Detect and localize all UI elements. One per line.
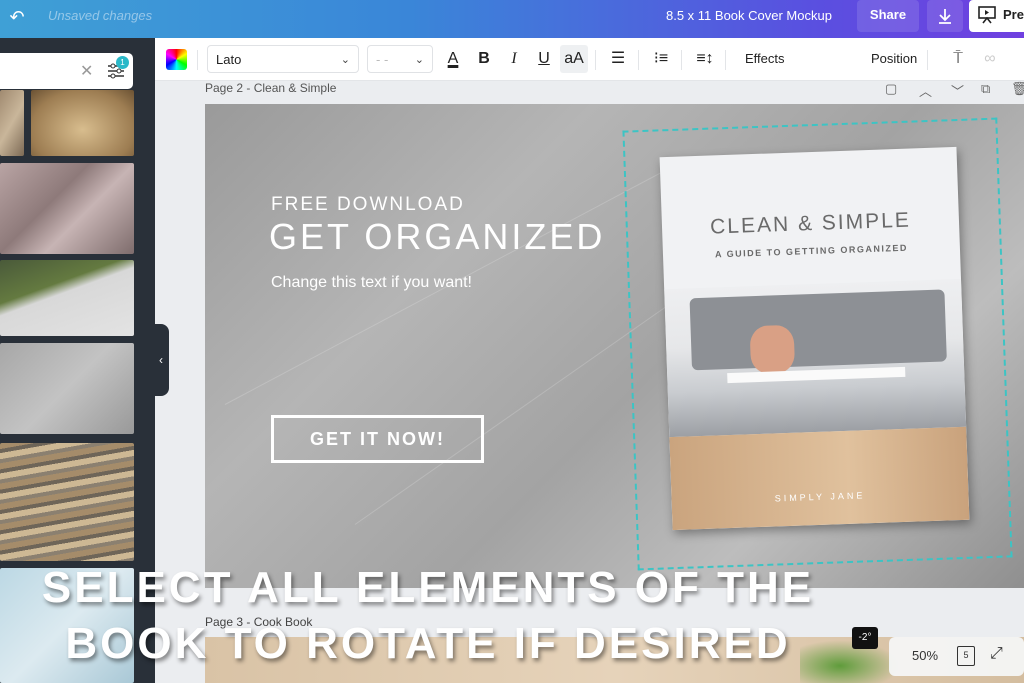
link-icon[interactable]: ∞ (976, 45, 1004, 73)
image-thumbnail[interactable] (31, 90, 134, 156)
document-title[interactable]: 8.5 x 11 Book Cover Mockup (666, 8, 832, 23)
paint-roller-icon[interactable]: ⍑ (944, 45, 972, 73)
chevron-down-icon: ⌄ (340, 54, 350, 66)
underline-button[interactable]: U (530, 45, 558, 73)
selection-box[interactable] (622, 117, 1013, 571)
image-thumbnail[interactable] (0, 343, 134, 434)
effects-button[interactable]: Effects (745, 45, 785, 73)
align-center-icon[interactable]: ☰ (604, 45, 632, 73)
free-download-text[interactable]: FREE DOWNLOAD (271, 194, 465, 216)
divider (681, 50, 682, 70)
text-color-icon[interactable]: A (439, 45, 467, 73)
page-header: Page 2 - Clean & Simple ▢ ︿ ﹀ ⧉ 🗑 (155, 81, 1024, 103)
present-label: Pre (1003, 7, 1024, 22)
save-status: Unsaved changes (48, 8, 153, 23)
design-page[interactable]: FREE DOWNLOAD GET ORGANIZED Change this … (205, 104, 1024, 588)
chevron-up-icon[interactable]: ︿ (919, 81, 932, 100)
fullscreen-icon[interactable]: ⤢ (990, 645, 1003, 663)
present-button[interactable]: Pre (969, 0, 1024, 32)
text-color-swatch[interactable] (166, 49, 187, 70)
font-value: Lato (216, 52, 242, 67)
caption-line: SELECT ALL ELEMENTS OF THE (41, 563, 815, 612)
image-thumbnail[interactable] (0, 260, 134, 336)
subtext[interactable]: Change this text if you want! (271, 274, 472, 292)
download-icon (939, 9, 951, 24)
collapse-panel-button[interactable]: ‹ (153, 324, 169, 396)
zoom-controls: 50% 5 ⤢ (889, 637, 1024, 676)
headline-text[interactable]: GET ORGANIZED (269, 216, 605, 258)
page-title[interactable]: Page 2 - Clean & Simple (205, 81, 336, 95)
divider (595, 50, 596, 70)
download-button[interactable] (927, 0, 963, 32)
chevron-down-icon[interactable]: ﹀ (951, 81, 964, 100)
image-thumbnail[interactable] (0, 163, 134, 254)
tutorial-caption: SELECT ALL ELEMENTS OF THE BOOK TO ROTAT… (0, 560, 868, 672)
caption-line: BOOK TO ROTATE IF DESIRED (65, 619, 791, 668)
editor-toolbar: Lato ⌄ - - ⌄ A B I U aA ☰ ⁝≡ ≡↕ Effects Po… (155, 38, 1024, 81)
divider (725, 50, 726, 70)
top-bar: ↶ Unsaved changes 8.5 x 11 Book Cover Mo… (0, 0, 1024, 38)
divider (927, 50, 928, 70)
letter-case-button[interactable]: aA (560, 45, 588, 73)
filter-count-badge: 1 (116, 56, 129, 69)
page-count-button[interactable]: 5 (957, 646, 975, 666)
divider (197, 50, 198, 70)
font-select[interactable]: Lato ⌄ (207, 45, 359, 73)
chevron-down-icon: ⌄ (414, 54, 424, 66)
spacing-icon[interactable]: ≡↕ (691, 45, 719, 73)
clear-icon[interactable]: ✕ (80, 61, 93, 81)
font-size-select[interactable]: - - ⌄ (367, 45, 433, 73)
zoom-level[interactable]: 50% (912, 648, 938, 663)
present-icon (978, 6, 996, 24)
font-size-value: - - (376, 52, 389, 67)
undo-icon[interactable]: ↶ (6, 6, 28, 28)
duplicate-icon[interactable]: ⧉ (981, 81, 990, 97)
bold-button[interactable]: B (470, 45, 498, 73)
divider (638, 50, 639, 70)
note-icon[interactable]: ▢ (885, 81, 897, 97)
image-thumbnail[interactable] (0, 90, 24, 156)
list-icon[interactable]: ⁝≡ (647, 45, 675, 73)
cta-button[interactable]: GET IT NOW! (271, 415, 484, 463)
search-input[interactable]: ✕ 1 (0, 53, 133, 89)
share-button[interactable]: Share (857, 0, 919, 32)
italic-button[interactable]: I (500, 45, 528, 73)
position-button[interactable]: Position (871, 45, 917, 73)
image-thumbnail[interactable] (0, 443, 134, 561)
rotation-tooltip: -2° (852, 627, 878, 649)
trash-icon[interactable]: 🗑 (1011, 81, 1024, 97)
